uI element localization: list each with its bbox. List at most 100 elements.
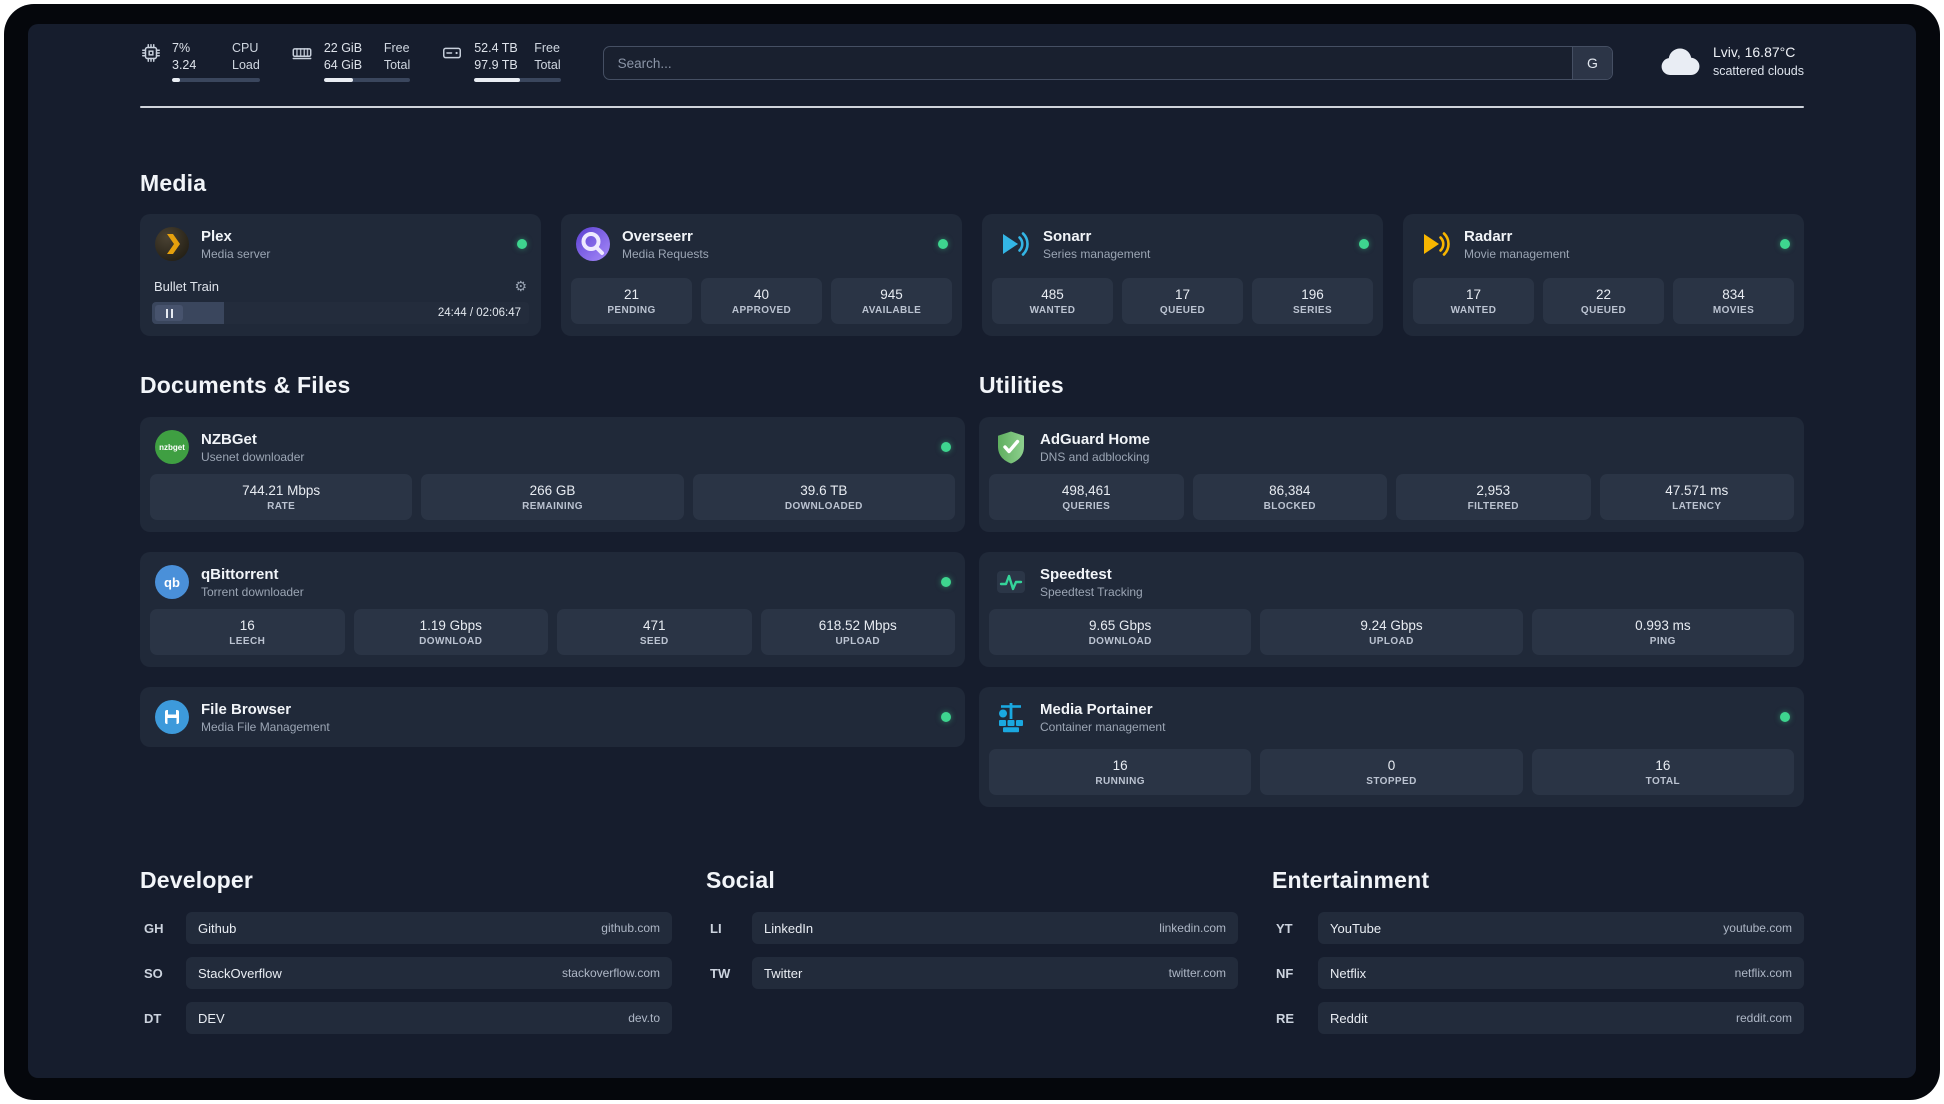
portainer-card[interactable]: Media Portainer Container management 16 … [979, 687, 1804, 807]
ram-free-value: 22 GiB [323, 41, 363, 56]
ram-free-label: Free [383, 41, 410, 56]
portainer-stat-stopped: 0 STOPPED [1260, 749, 1523, 795]
dev-abbr: DT [144, 1010, 162, 1026]
overseerr-card[interactable]: Overseerr Media Requests 21 PENDING 40 A… [561, 214, 962, 336]
portainer-name: Media Portainer [1040, 700, 1153, 718]
nzbget-subtitle: Usenet downloader [201, 449, 305, 464]
qbittorrent-name: qBittorrent [201, 565, 279, 583]
search-engine-button[interactable]: G [1571, 47, 1612, 79]
cpu-metric: 7% 3.24 CPU Load [140, 40, 260, 82]
nzbget-card[interactable]: nzbget NZBGet Usenet downloader 744.21 M… [140, 417, 965, 532]
stackoverflow-link[interactable]: StackOverflow stackoverflow.com [186, 957, 672, 989]
radarr-card[interactable]: Radarr Movie management 17 WANTED 22 QUE… [1403, 214, 1804, 336]
nzbget-icon: nzbget [154, 429, 190, 465]
bookmark-row-github: GH Github github.com [140, 912, 672, 944]
sonarr-stat-series: 196 SERIES [1252, 278, 1373, 324]
twitter-abbr: TW [710, 965, 731, 981]
linkedin-link[interactable]: LinkedIn linkedin.com [752, 912, 1238, 944]
qbittorrent-stat-upload: 618.52 Mbps UPLOAD [760, 609, 955, 655]
overseerr-subtitle: Media Requests [622, 246, 709, 261]
speedtest-stat-download: 9.65 Gbps DOWNLOAD [989, 609, 1252, 655]
qbittorrent-stat-leech: 16 LEECH [150, 609, 345, 655]
sonarr-stat-queued: 17 QUEUED [1122, 278, 1243, 324]
qbittorrent-status-dot [941, 577, 951, 587]
weather-condition: scattered clouds [1712, 64, 1804, 79]
dev-link[interactable]: DEV dev.to [186, 1002, 672, 1034]
svg-text:nzbget: nzbget [159, 443, 185, 452]
documents-section-title: Documents & Files [140, 372, 351, 398]
twitter-link[interactable]: Twitter twitter.com [752, 957, 1238, 989]
sonarr-card[interactable]: Sonarr Series management 485 WANTED 17 Q… [982, 214, 1383, 336]
gear-icon[interactable]: ⚙ [514, 278, 527, 295]
plex-now-playing: Bullet Train ⚙ 24:44 / 02:06:47 [140, 278, 541, 336]
now-playing-title: Bullet Train [154, 279, 220, 294]
radarr-stat-wanted: 17 WANTED [1413, 278, 1534, 324]
plex-name: Plex [201, 227, 232, 245]
bookmark-row-netflix: NF Netflix netflix.com [1272, 957, 1804, 989]
ram-progress-bar [323, 77, 411, 82]
documents-section: Documents & Files nzbget NZBGet Usenet d… [140, 336, 965, 767]
netflix-link[interactable]: Netflix netflix.com [1318, 957, 1804, 989]
search-input[interactable] [603, 47, 1572, 79]
adguard-card[interactable]: AdGuard Home DNS and adblocking 498,461 … [979, 417, 1804, 532]
ram-metric: 22 GiB 64 GiB Free Total [290, 40, 411, 82]
disk-icon [440, 42, 464, 64]
playback-time: 24:44 / 02:06:47 [437, 307, 521, 319]
nzbget-stat-rate: 744.21 Mbps RATE [150, 474, 413, 520]
pause-button[interactable] [155, 305, 183, 321]
sonarr-subtitle: Series management [1043, 246, 1151, 261]
cpu-load-value: 3.24 [172, 57, 197, 72]
github-link[interactable]: Github github.com [186, 912, 672, 944]
weather-widget[interactable]: Lviv, 16.87°C scattered clouds [1659, 43, 1804, 80]
radarr-icon [1417, 226, 1453, 262]
filebrowser-subtitle: Media File Management [201, 719, 330, 734]
social-title: Social [706, 867, 775, 893]
qbittorrent-stat-download: 1.19 Gbps DOWNLOAD [353, 609, 548, 655]
plex-subtitle: Media server [201, 246, 271, 261]
filebrowser-name: File Browser [201, 700, 292, 718]
adguard-stat-queries: 498,461 QUERIES [989, 474, 1184, 520]
bookmark-row-linkedin: LI LinkedIn linkedin.com [706, 912, 1238, 944]
cpu-progress-bar [172, 77, 260, 82]
radarr-name: Radarr [1464, 227, 1513, 245]
sonarr-name: Sonarr [1043, 227, 1092, 245]
plex-status-dot [517, 239, 527, 249]
nzbget-status-dot [941, 442, 951, 452]
cloud-icon [1659, 47, 1701, 77]
adguard-name: AdGuard Home [1040, 430, 1151, 448]
speedtest-subtitle: Speedtest Tracking [1040, 584, 1143, 599]
pause-icon [165, 308, 173, 318]
system-metrics: 7% 3.24 CPU Load 22 GiB 64 GiB Free Tota… [140, 40, 561, 82]
ram-icon [290, 42, 314, 64]
overseerr-status-dot [938, 239, 948, 249]
speedtest-stat-ping: 0.993 ms PING [1531, 609, 1794, 655]
portainer-stat-total: 16 TOTAL [1531, 749, 1794, 795]
adguard-stat-filtered: 2,953 FILTERED [1396, 474, 1591, 520]
playback-progress-bar[interactable]: 24:44 / 02:06:47 [152, 302, 529, 324]
adguard-icon [993, 429, 1029, 465]
disk-free-label: Free [534, 41, 560, 56]
speedtest-card[interactable]: Speedtest Speedtest Tracking 9.65 Gbps D… [979, 552, 1804, 667]
disk-progress-bar [474, 77, 561, 82]
qbittorrent-card[interactable]: qb qBittorrent Torrent downloader 16 LEE… [140, 552, 965, 667]
overseerr-icon [575, 226, 611, 262]
adguard-stat-blocked: 86,384 BLOCKED [1192, 474, 1387, 520]
github-abbr: GH [144, 920, 164, 936]
dashboard: 7% 3.24 CPU Load 22 GiB 64 GiB Free Tota… [28, 24, 1916, 1078]
portainer-stat-running: 16 RUNNING [989, 749, 1252, 795]
svg-text:qb: qb [164, 575, 180, 590]
qbittorrent-stat-seed: 471 SEED [557, 609, 752, 655]
youtube-link[interactable]: YouTube youtube.com [1318, 912, 1804, 944]
youtube-abbr: YT [1276, 920, 1293, 936]
filebrowser-card[interactable]: File Browser Media File Management [140, 687, 965, 747]
reddit-link[interactable]: Reddit reddit.com [1318, 1002, 1804, 1034]
cpu-load-label: Load [232, 57, 260, 72]
portainer-status-dot [1780, 712, 1790, 722]
filebrowser-status-dot [941, 712, 951, 722]
disk-free-value: 52.4 TB [474, 41, 518, 56]
radarr-stat-queued: 22 QUEUED [1543, 278, 1664, 324]
adguard-subtitle: DNS and adblocking [1040, 449, 1150, 464]
plex-card[interactable]: Plex Media server Bullet Train ⚙ 24:44 /… [140, 214, 541, 336]
media-section-title: Media [140, 170, 207, 196]
qbittorrent-icon: qb [154, 564, 190, 600]
